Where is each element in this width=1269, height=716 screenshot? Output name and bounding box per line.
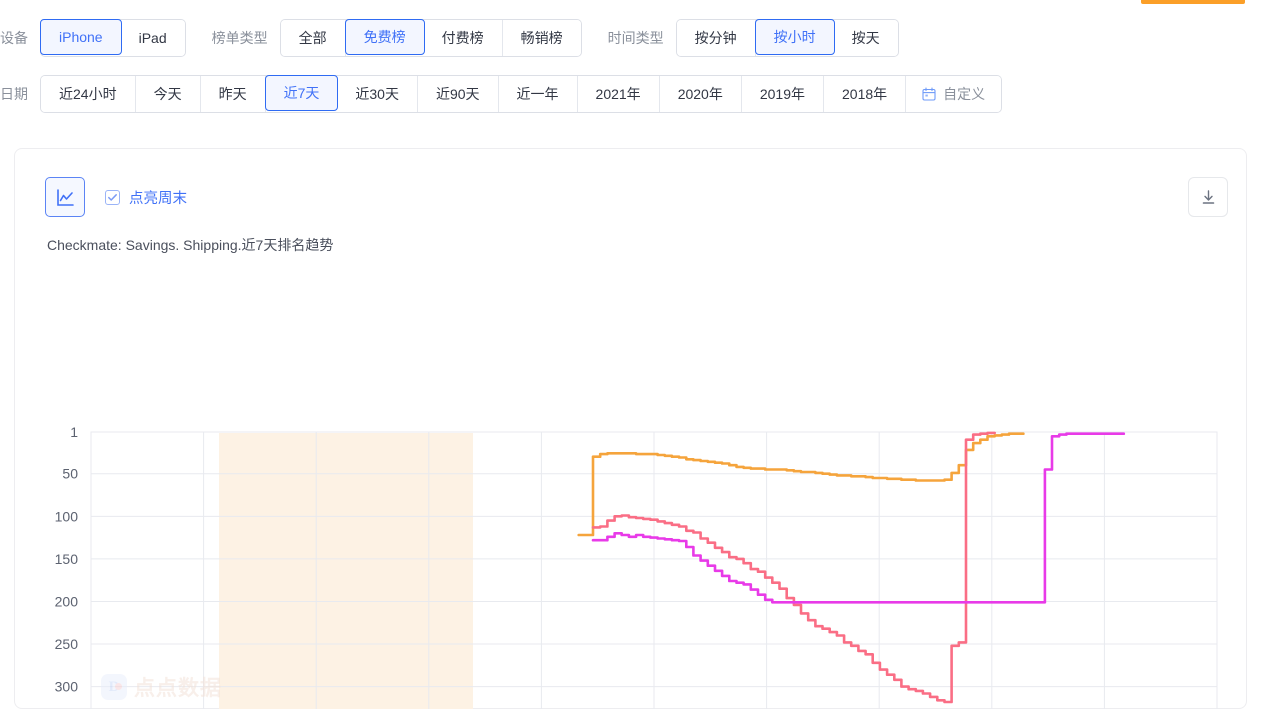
filter-option-custom-date[interactable]: 自定义 — [906, 76, 1001, 112]
filter-option-time-type-按小时[interactable]: 按小时 — [755, 19, 835, 55]
y-axis-tick: 50 — [62, 466, 78, 482]
filter-option-device-iPad[interactable]: iPad — [121, 20, 185, 56]
y-axis-tick: 100 — [55, 508, 79, 524]
y-axis-tick: 150 — [55, 551, 79, 567]
line-chart-icon — [55, 187, 76, 208]
filter-option-rank-type-付费榜[interactable]: 付费榜 — [424, 20, 503, 56]
custom-date-label: 自定义 — [943, 84, 985, 104]
y-axis-tick: 1 — [70, 424, 78, 440]
filter-option-device-iPhone[interactable]: iPhone — [40, 19, 122, 55]
filter-option-date-range-今天[interactable]: 今天 — [136, 76, 201, 112]
chart-card-toolbar: 点亮周末 — [45, 177, 187, 217]
filter-group-date-range: 近24小时今天昨天近7天近30天近90天近一年2021年2020年2019年20… — [40, 75, 1002, 113]
chart-area: 15010015020025030035009日00点09日16点10日08点1… — [15, 259, 1248, 709]
calendar-icon — [922, 87, 936, 101]
filter-option-rank-type-免费榜[interactable]: 免费榜 — [345, 19, 425, 55]
filter-option-date-range-近7天[interactable]: 近7天 — [265, 75, 339, 111]
filter-row-2: 日期近24小时今天昨天近7天近30天近90天近一年2021年2020年2019年… — [0, 75, 1002, 113]
filter-group-rank-type: 全部免费榜付费榜畅销榜 — [280, 19, 582, 57]
download-icon — [1199, 188, 1218, 207]
filter-label-device: 设备 — [0, 28, 28, 48]
filter-option-date-range-近90天[interactable]: 近90天 — [418, 76, 499, 112]
filter-option-date-range-2018年[interactable]: 2018年 — [824, 76, 906, 112]
filter-option-date-range-近一年[interactable]: 近一年 — [499, 76, 578, 112]
filter-option-time-type-按分钟[interactable]: 按分钟 — [677, 20, 756, 56]
top-accent-bar — [1141, 0, 1245, 4]
filter-option-date-range-2019年[interactable]: 2019年 — [742, 76, 824, 112]
filter-label-rank-type: 榜单类型 — [212, 28, 268, 48]
chart-title: Checkmate: Savings. Shipping.近7天排名趋势 — [47, 235, 333, 255]
filter-option-date-range-近30天[interactable]: 近30天 — [337, 76, 418, 112]
page-root: 设备iPhoneiPad榜单类型全部免费榜付费榜畅销榜时间类型按分钟按小时按天 … — [0, 0, 1269, 716]
weekend-highlight-checkbox[interactable]: 点亮周末 — [105, 187, 187, 208]
checkbox-box — [105, 190, 120, 205]
y-axis-tick: 300 — [55, 679, 79, 695]
filter-option-date-range-昨天[interactable]: 昨天 — [201, 76, 266, 112]
series-line-总榜(免费)[interactable] — [593, 434, 1124, 603]
weekend-highlight-label: 点亮周末 — [129, 187, 187, 208]
y-axis-tick: 200 — [55, 593, 79, 609]
filter-option-date-range-近24小时[interactable]: 近24小时 — [41, 76, 136, 112]
chart-card: 点亮周末 Checkmate: Savings. Shipping.近7天排名趋… — [14, 148, 1247, 709]
filter-option-time-type-按天[interactable]: 按天 — [834, 20, 898, 56]
filter-group-device: iPhoneiPad — [40, 19, 186, 57]
filter-row-1: 设备 iPhoneiPad 榜单类型全部免费榜付费榜畅销榜 时间类型按分钟按小时按天 — [0, 19, 899, 57]
y-axis-tick: 250 — [55, 636, 79, 652]
filter-label-date-range: 日期 — [0, 84, 28, 104]
line-chart-icon-button[interactable] — [45, 177, 85, 217]
rank-trend-chart[interactable]: 15010015020025030035009日00点09日16点10日08点1… — [15, 259, 1248, 709]
filter-group-time-type: 按分钟按小时按天 — [676, 19, 899, 57]
filter-label-time-type: 时间类型 — [608, 28, 664, 48]
download-button[interactable] — [1188, 177, 1228, 217]
weekend-band — [219, 433, 473, 709]
filter-option-rank-type-畅销榜[interactable]: 畅销榜 — [503, 20, 581, 56]
filter-option-rank-type-全部[interactable]: 全部 — [281, 20, 346, 56]
check-icon — [107, 192, 118, 203]
filter-option-date-range-2021年[interactable]: 2021年 — [578, 76, 660, 112]
filter-option-date-range-2020年[interactable]: 2020年 — [660, 76, 742, 112]
